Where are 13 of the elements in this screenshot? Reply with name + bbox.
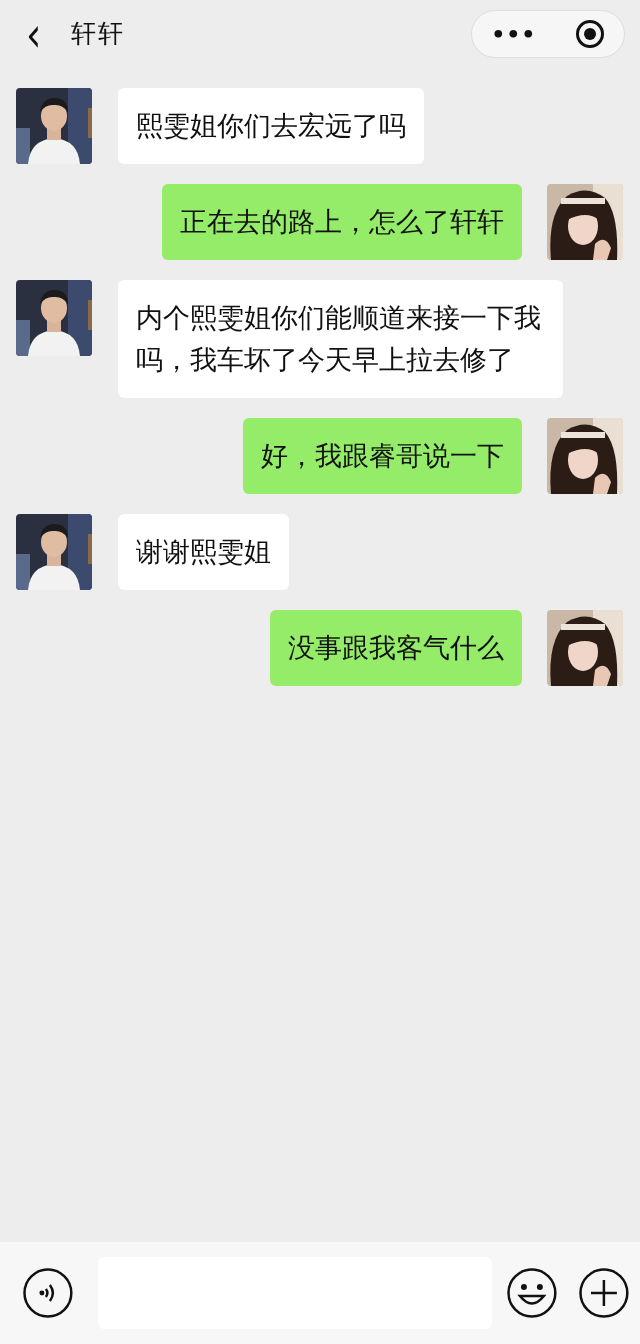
back-button[interactable]: ‹ (21, 10, 47, 58)
message-bubble: 正在去的路上，怎么了轩轩 (162, 184, 522, 260)
message-bubble: 熙雯姐你们去宏远了吗 (118, 88, 424, 164)
message-bubble: 没事跟我客气什么 (270, 610, 522, 686)
emoji-icon[interactable] (506, 1267, 559, 1319)
message-bubble: 谢谢熙雯姐 (118, 514, 289, 590)
message-bubble: 内个熙雯姐你们能顺道来接一下我吗，我车坏了今天早上拉去修了 (118, 280, 563, 398)
message-bubble: 好，我跟睿哥说一下 (243, 418, 522, 494)
plus-icon[interactable] (578, 1267, 630, 1319)
voice-icon[interactable] (22, 1267, 74, 1319)
chat-title: 轩轩 (71, 18, 126, 51)
more-button[interactable]: ••• (491, 17, 537, 51)
close-icon[interactable] (574, 19, 605, 49)
